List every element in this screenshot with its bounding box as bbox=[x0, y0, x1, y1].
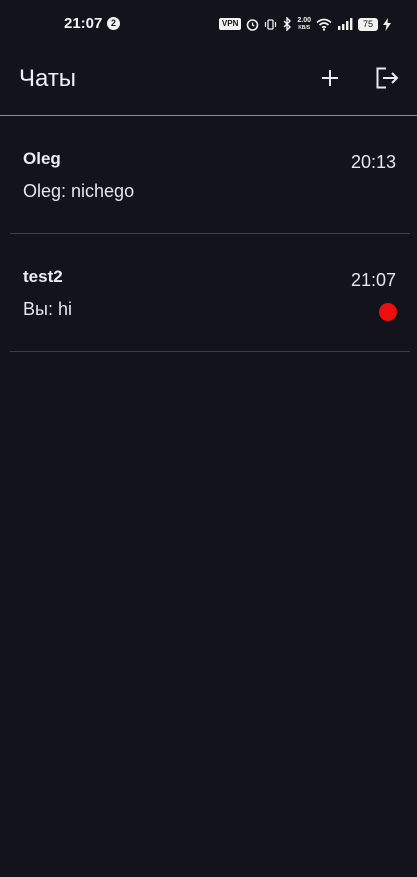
chat-name: test2 bbox=[23, 267, 63, 286]
page-title: Чаты bbox=[19, 65, 77, 92]
vpn-icon: VPN bbox=[218, 18, 242, 30]
notification-count-badge: 2 bbox=[107, 17, 120, 30]
charging-icon bbox=[383, 17, 391, 31]
chat-item-test2[interactable]: test2 21:07 Вы: hi bbox=[10, 234, 410, 352]
chat-last-message: Вы: hi bbox=[23, 299, 72, 319]
unread-indicator-dot bbox=[379, 303, 397, 321]
logout-button[interactable] bbox=[371, 62, 403, 94]
network-speed-unit: KB/S bbox=[298, 24, 311, 31]
bluetooth-icon bbox=[283, 17, 292, 31]
add-chat-button[interactable] bbox=[314, 62, 346, 94]
battery-indicator: 75 bbox=[357, 17, 378, 31]
chat-time: 21:07 bbox=[350, 270, 396, 290]
wifi-icon bbox=[316, 18, 332, 31]
chat-last-message: Oleg: nichego bbox=[23, 181, 135, 201]
status-time: 21:07 bbox=[64, 15, 103, 32]
logout-icon bbox=[376, 67, 399, 89]
network-speed-value: 2.00 bbox=[297, 16, 311, 24]
app-bar: Чаты bbox=[0, 48, 417, 116]
plus-icon bbox=[322, 70, 338, 86]
vibrate-icon bbox=[265, 18, 277, 30]
chat-name: Oleg bbox=[23, 149, 61, 168]
status-bar: 21:07 2 VPN 2.00 KB/S 75 bbox=[0, 0, 417, 48]
chat-time: 20:13 bbox=[350, 152, 396, 172]
chat-item-oleg[interactable]: Oleg 20:13 Oleg: nichego bbox=[10, 116, 410, 234]
status-icons: VPN 2.00 KB/S 75 bbox=[218, 15, 391, 33]
alarm-icon bbox=[247, 18, 259, 31]
network-speed: 2.00 KB/S bbox=[297, 17, 311, 32]
signal-icon bbox=[337, 18, 353, 30]
chat-list: Oleg 20:13 Oleg: nichego test2 21:07 Вы:… bbox=[10, 116, 410, 352]
